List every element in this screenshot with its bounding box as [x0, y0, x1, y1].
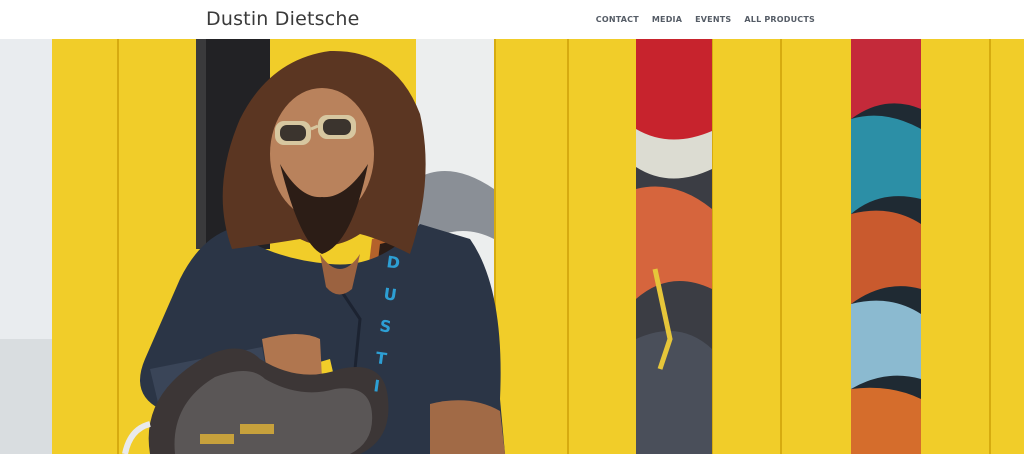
- strap-letter: D: [385, 252, 401, 273]
- site-header: Dustin Dietsche CONTACT MEDIA EVENTS ALL…: [0, 0, 1024, 39]
- main-nav: CONTACT MEDIA EVENTS ALL PRODUCTS: [596, 14, 815, 26]
- nav-all-products[interactable]: ALL PRODUCTS: [744, 14, 815, 26]
- nav-contact[interactable]: CONTACT: [596, 14, 639, 26]
- site-title-link[interactable]: Dustin Dietsche: [206, 7, 360, 31]
- nav-events[interactable]: EVENTS: [695, 14, 731, 26]
- hero-image: D U S T I: [0, 39, 1024, 454]
- strap-letter: U: [382, 284, 398, 305]
- hero-photo: D U S T I: [0, 39, 1024, 454]
- nav-media[interactable]: MEDIA: [652, 14, 682, 26]
